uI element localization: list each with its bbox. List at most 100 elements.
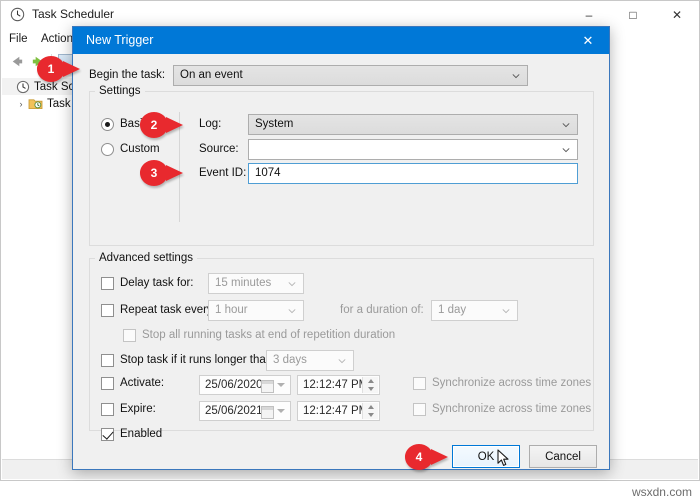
callout-number: 1: [47, 62, 55, 76]
log-label: Log:: [199, 118, 222, 130]
stop-all-running-tasks-checkbox[interactable]: [123, 329, 136, 342]
triangle-up-icon: [367, 379, 374, 383]
dialog-titlebar: New Trigger ✕: [73, 27, 609, 54]
spinner-down[interactable]: [363, 411, 378, 419]
event-id-label: Event ID:: [199, 167, 247, 179]
callout-number: 3: [150, 166, 158, 180]
duration-label: for a duration of:: [340, 304, 424, 316]
expire-checkbox[interactable]: [101, 403, 114, 416]
stop-task-longer-checkbox[interactable]: [101, 354, 114, 367]
delay-task-checkbox[interactable]: [101, 277, 114, 290]
callout-1: 1: [37, 56, 81, 82]
chevron-down-icon: [562, 123, 570, 128]
log-combo[interactable]: System: [248, 114, 578, 135]
menu-file[interactable]: File: [9, 33, 28, 45]
begin-task-label: Begin the task:: [89, 69, 166, 81]
clock-icon: [10, 7, 25, 22]
stop-all-running-tasks-label: Stop all running tasks at end of repetit…: [142, 329, 396, 341]
event-id-value: 1074: [255, 167, 281, 179]
callout-4: 4: [405, 444, 449, 470]
watermark-text: wsxdn.com: [631, 485, 692, 499]
activate-checkbox[interactable]: [101, 377, 114, 390]
repeat-task-checkbox[interactable]: [101, 304, 114, 317]
duration-value: 1 day: [438, 304, 467, 316]
tree-expander[interactable]: ›: [14, 99, 28, 109]
folder-clock-icon: [28, 99, 43, 110]
begin-task-value: On an event: [180, 69, 243, 81]
enabled-label: Enabled: [120, 428, 163, 440]
activate-label: Activate:: [120, 377, 165, 389]
triangle-down-icon: [367, 413, 374, 417]
activate-sync-label: Synchronize across time zones: [432, 377, 592, 389]
expire-sync-checkbox[interactable]: [413, 403, 426, 416]
calendar-icon[interactable]: [261, 406, 274, 419]
maximize-button[interactable]: □: [611, 1, 655, 29]
chevron-down-icon[interactable]: [277, 409, 285, 413]
spinner-up[interactable]: [363, 377, 378, 385]
event-id-input[interactable]: 1074: [248, 163, 578, 184]
back-arrow-icon[interactable]: [7, 53, 26, 70]
dialog-close-button[interactable]: ✕: [567, 27, 609, 54]
chevron-down-icon: [288, 282, 296, 287]
radio-custom-label: Custom: [120, 143, 160, 155]
chevron-down-icon: [502, 309, 510, 314]
enabled-checkbox[interactable]: [101, 428, 114, 441]
radio-custom[interactable]: [101, 143, 114, 156]
activate-time-value: 12:12:47 PM: [303, 379, 369, 391]
watermark-strip: wsxdn.com: [0, 481, 700, 501]
activate-date-picker[interactable]: 25/06/2020: [199, 375, 291, 395]
clock-icon: [16, 80, 30, 93]
chevron-down-icon: [562, 148, 570, 153]
settings-group-title: Settings: [95, 85, 145, 97]
expire-time-value: 12:12:47 PM: [303, 405, 369, 417]
calendar-icon[interactable]: [261, 380, 274, 393]
minimize-button[interactable]: –: [567, 1, 611, 29]
ok-button-label: OK: [477, 450, 495, 463]
screenshot-root: Task Scheduler – □ ✕ File Action Task Sc…: [0, 0, 700, 501]
delay-task-combo[interactable]: 15 minutes: [208, 273, 304, 294]
console-actions-pane: [603, 74, 698, 460]
radio-basic[interactable]: [101, 118, 114, 131]
chevron-down-icon[interactable]: [277, 383, 285, 387]
source-label: Source:: [199, 143, 239, 155]
cancel-button[interactable]: Cancel: [529, 445, 597, 468]
repeat-task-combo[interactable]: 1 hour: [208, 300, 304, 321]
activate-date-value: 25/06/2020: [205, 379, 263, 391]
triangle-down-icon: [367, 387, 374, 391]
callout-3: 3: [140, 160, 184, 186]
spinner-up[interactable]: [363, 403, 378, 411]
close-button[interactable]: ✕: [655, 1, 699, 29]
new-trigger-dialog: New Trigger ✕ Begin the task: On an even…: [72, 26, 610, 470]
dialog-title: New Trigger: [86, 33, 154, 47]
activate-time-picker[interactable]: 12:12:47 PM: [297, 375, 380, 395]
delay-task-label: Delay task for:: [120, 277, 194, 289]
expire-label: Expire:: [120, 403, 156, 415]
stop-task-longer-value: 3 days: [273, 354, 307, 366]
log-value: System: [255, 118, 294, 130]
activate-time-spinner[interactable]: [362, 377, 378, 393]
task-scheduler-title: Task Scheduler: [32, 7, 115, 21]
chevron-down-icon: [512, 74, 520, 79]
expire-date-picker[interactable]: 25/06/2021: [199, 401, 291, 421]
window-caption-buttons: – □ ✕: [567, 1, 699, 29]
triangle-up-icon: [367, 405, 374, 409]
callout-number: 4: [415, 450, 423, 464]
mouse-cursor-icon: [497, 449, 509, 466]
spinner-down[interactable]: [363, 385, 378, 393]
chevron-down-icon: [288, 309, 296, 314]
expire-time-picker[interactable]: 12:12:47 PM: [297, 401, 380, 421]
callout-number: 2: [150, 118, 158, 132]
cancel-button-label: Cancel: [545, 450, 581, 463]
delay-task-value: 15 minutes: [215, 277, 272, 289]
advanced-settings-group-title: Advanced settings: [95, 252, 197, 264]
expire-date-value: 25/06/2021: [205, 405, 263, 417]
source-combo[interactable]: [248, 139, 578, 160]
stop-task-longer-combo[interactable]: 3 days: [266, 350, 354, 371]
menu-action[interactable]: Action: [41, 33, 73, 45]
duration-combo[interactable]: 1 day: [431, 300, 518, 321]
begin-task-combo[interactable]: On an event: [173, 65, 528, 86]
expire-sync-label: Synchronize across time zones: [432, 403, 592, 415]
expire-time-spinner[interactable]: [362, 403, 378, 419]
activate-sync-checkbox[interactable]: [413, 377, 426, 390]
chevron-down-icon: [338, 359, 346, 364]
